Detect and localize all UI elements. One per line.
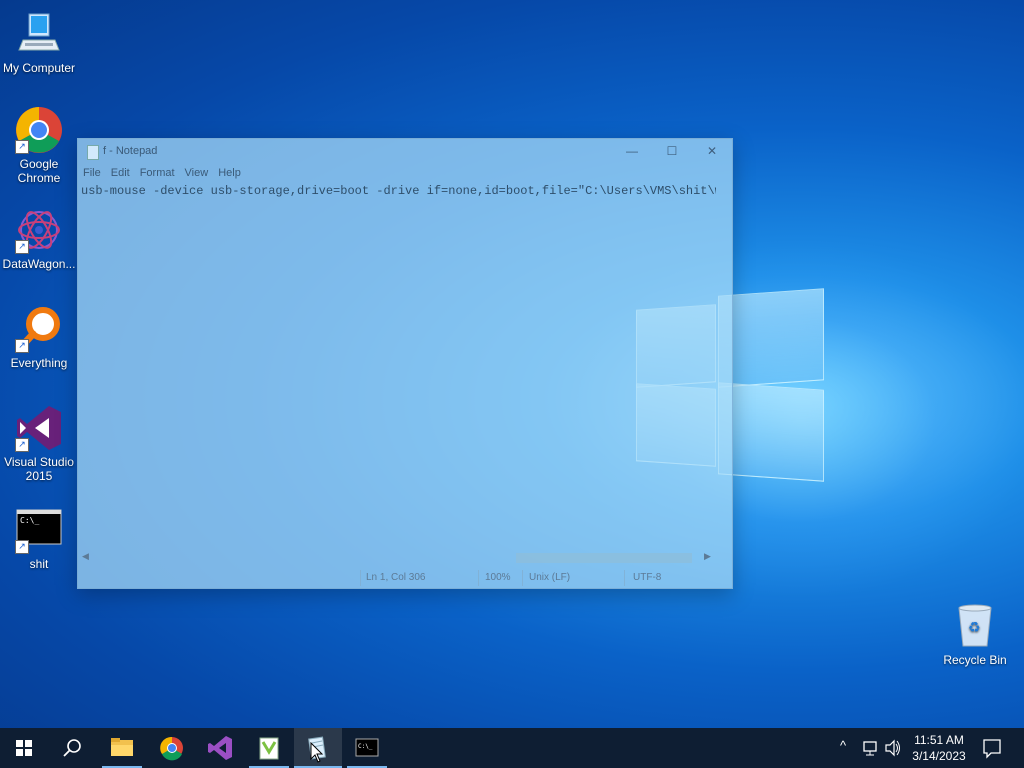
desktop-icon-label: My Computer bbox=[2, 61, 76, 75]
shortcut-arrow-icon: ↗ bbox=[15, 140, 29, 154]
menu-file[interactable]: File bbox=[78, 164, 106, 179]
mouse-cursor-icon bbox=[310, 742, 324, 763]
notepad-plus-icon bbox=[259, 737, 279, 760]
desktop-icon-my-computer[interactable]: My Computer bbox=[0, 10, 78, 75]
status-encoding: UTF-8 bbox=[633, 572, 662, 583]
desktop-icon-label: shit bbox=[29, 557, 49, 571]
desktop-icon-label: DataWagon... bbox=[2, 257, 76, 271]
shortcut-arrow-icon: ↗ bbox=[15, 540, 29, 554]
minimize-button[interactable]: — bbox=[612, 139, 652, 164]
recycle-bin-icon: ♻ bbox=[951, 602, 999, 650]
taskbar-file-explorer[interactable] bbox=[98, 728, 146, 768]
console-icon: C:\_ ↗ bbox=[15, 506, 63, 554]
clock-date: 3/14/2023 bbox=[912, 749, 966, 763]
shortcut-arrow-icon: ↗ bbox=[15, 339, 29, 353]
taskbar-visual-studio[interactable] bbox=[196, 728, 244, 768]
clock-time: 11:51 AM bbox=[914, 733, 964, 747]
menu-bar: File Edit Format View Help bbox=[78, 164, 732, 182]
menu-edit[interactable]: Edit bbox=[106, 164, 135, 179]
desktop-icon-visual-studio[interactable]: ↗ Visual Studio 2015 bbox=[0, 404, 78, 483]
chrome-icon: ↗ bbox=[15, 106, 63, 154]
desktop-icon-label: Everything bbox=[10, 356, 68, 370]
desktop-icon-shit-console[interactable]: C:\_ ↗ shit bbox=[0, 506, 78, 571]
taskbar-clock[interactable]: 11:51 AM 3/14/2023 bbox=[902, 732, 976, 764]
search-icon bbox=[63, 739, 81, 757]
taskbar-chrome[interactable] bbox=[148, 728, 196, 768]
scroll-left-icon[interactable]: ◀ bbox=[82, 551, 89, 562]
menu-view[interactable]: View bbox=[180, 164, 214, 179]
visual-studio-icon bbox=[208, 736, 232, 760]
menu-help[interactable]: Help bbox=[213, 164, 246, 179]
chrome-icon bbox=[160, 736, 183, 761]
status-line-ending: Unix (LF) bbox=[529, 572, 571, 583]
svg-text:C:\_: C:\_ bbox=[20, 516, 39, 525]
editor-line: usb-mouse -device usb-storage,drive=boot… bbox=[81, 184, 716, 198]
action-center-button[interactable] bbox=[980, 728, 1004, 768]
search-button[interactable] bbox=[48, 728, 96, 768]
status-bar: Ln 1, Col 306 100% Unix (LF) UTF-8 bbox=[78, 568, 732, 588]
network-icon[interactable] bbox=[862, 728, 880, 768]
desktop-icon-recycle-bin[interactable]: ♻ Recycle Bin bbox=[936, 602, 1014, 667]
taskbar-notepad-plus[interactable] bbox=[245, 728, 293, 768]
start-icon bbox=[16, 740, 32, 756]
status-zoom: 100% bbox=[485, 572, 511, 583]
volume-icon[interactable] bbox=[884, 728, 902, 768]
shortcut-arrow-icon: ↗ bbox=[15, 240, 29, 254]
computer-icon bbox=[15, 10, 63, 58]
file-explorer-icon bbox=[111, 738, 133, 756]
everything-search-icon: ↗ bbox=[15, 305, 63, 353]
desktop-icon-everything[interactable]: ↗ Everything bbox=[0, 305, 78, 370]
datawagon-icon: ↗ bbox=[15, 206, 63, 254]
console-icon: C:\_ bbox=[355, 738, 379, 757]
text-editor[interactable]: usb-mouse -device usb-storage,drive=boot… bbox=[80, 182, 716, 550]
tray-chevron[interactable]: ^ bbox=[840, 738, 854, 768]
visual-studio-icon: ↗ bbox=[15, 404, 63, 452]
title-bar[interactable]: f - Notepad — ☐ ✕ bbox=[78, 139, 732, 164]
menu-format[interactable]: Format bbox=[135, 164, 180, 179]
shortcut-arrow-icon: ↗ bbox=[15, 438, 29, 452]
desktop-icon-label: Visual Studio 2015 bbox=[4, 455, 74, 483]
desktop-icon-google-chrome[interactable]: ↗ Google Chrome bbox=[0, 106, 78, 185]
svg-text:♻: ♻ bbox=[968, 619, 981, 635]
taskbar-console[interactable]: C:\_ bbox=[343, 728, 391, 768]
desktop-icon-label: Recycle Bin bbox=[943, 653, 1007, 667]
desktop-icon-datawagon[interactable]: ↗ DataWagon... bbox=[0, 206, 78, 271]
svg-text:C:\_: C:\_ bbox=[358, 743, 373, 750]
window-title: f - Notepad bbox=[103, 145, 158, 157]
notification-icon bbox=[983, 739, 1001, 759]
notepad-icon bbox=[87, 145, 99, 160]
taskbar: C:\_ ^ 11:51 AM 3/14/2023 bbox=[0, 728, 1024, 768]
desktop-icon-label: Google Chrome bbox=[17, 157, 61, 185]
notepad-window[interactable]: f - Notepad — ☐ ✕ File Edit Format View Help… bbox=[77, 138, 733, 589]
start-button[interactable] bbox=[0, 728, 48, 768]
close-button[interactable]: ✕ bbox=[692, 139, 732, 164]
maximize-button[interactable]: ☐ bbox=[652, 139, 692, 164]
status-position: Ln 1, Col 306 bbox=[366, 572, 426, 583]
scroll-right-icon[interactable]: ▶ bbox=[704, 551, 711, 562]
horizontal-scrollbar[interactable]: ◀ ▶ bbox=[78, 550, 716, 566]
scrollbar-thumb[interactable] bbox=[516, 553, 692, 563]
vertical-scrollbar[interactable] bbox=[716, 182, 732, 550]
